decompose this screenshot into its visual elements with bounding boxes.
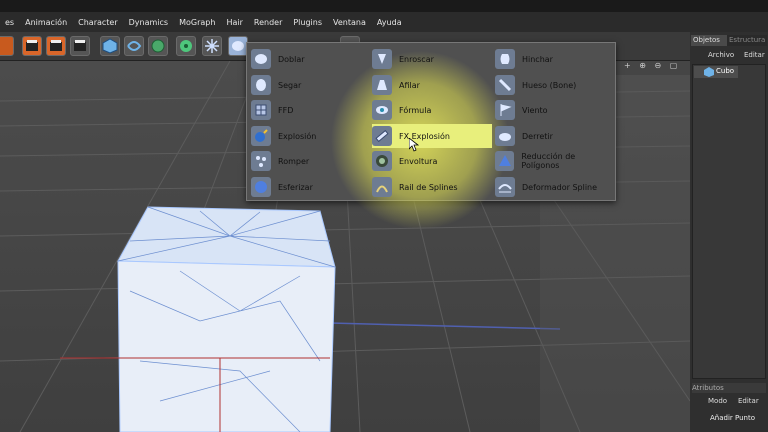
menu-item-hueso-bone[interactable]: Hueso (Bone) [495,73,613,97]
toolbar-button-partial[interactable] [0,36,14,56]
menu-item-mograph[interactable]: MoGraph [174,18,221,27]
shear-icon [251,75,271,95]
gear-flower-icon [180,40,192,52]
menu-item-label: FX Explosión [399,131,450,141]
bend-icon [251,49,271,69]
tab-estructura[interactable]: Estructura [727,35,767,46]
loop-icon [127,41,142,51]
menu-item-label: Viento [522,105,548,115]
menu-item-fx-explosion[interactable]: FX Explosión [372,124,492,148]
fx-explosion-icon [372,126,392,146]
spline-rail-icon [372,177,392,197]
cube-object-icon [704,67,714,77]
menu-item-label: Esferizar [278,182,313,192]
menu-item-label: Enroscar [399,54,434,64]
deformer-button-active[interactable] [228,36,248,56]
menu-item-hair[interactable]: Hair [221,18,248,27]
bone-icon [495,75,515,95]
bend-icon [232,41,244,51]
menu-item-label: Hinchar [522,54,553,64]
menu-item-label: Deformador Spline [522,182,598,192]
cube-button[interactable] [100,36,120,56]
ffd-icon [251,100,271,120]
wrap-icon [372,151,392,171]
menu-item-viento[interactable]: Viento [495,98,613,122]
menu-item-es[interactable]: es [0,18,20,27]
explosion-icon [251,126,271,146]
formula-icon [372,100,392,120]
cube-icon [102,38,118,54]
wind-icon [495,100,515,120]
objects-menu-editar[interactable]: Editar [744,51,765,59]
menu-item-dynamics[interactable]: Dynamics [124,18,174,27]
menu-item-hinchar[interactable]: Hinchar [495,47,613,71]
menu-item-derretir[interactable]: Derretir [495,124,613,148]
deformer-icon [205,39,219,53]
menu-item-render[interactable]: Render [249,18,288,27]
menu-item-label: Explosión [278,131,317,141]
attributes-menu-modo[interactable]: Modo [708,397,727,405]
menu-item-label: Reducción de Polígonos [521,152,576,170]
bulge-icon [495,49,515,69]
menu-item-ventana[interactable]: Ventana [328,18,372,27]
sphere-icon [251,177,271,197]
menu-item-deformador-spline[interactable]: Deformador Spline [495,175,613,199]
menu-item-label: FFD [278,105,294,115]
window-top-bar [0,0,768,12]
film-icon [26,40,38,51]
menu-item-label: Fórmula [399,105,432,115]
menu-bar: es Animación Character Dynamics MoGraph … [0,12,768,32]
attributes-title: Atributos [692,383,766,393]
menu-item-afilar[interactable]: Afilar [372,73,490,97]
menu-item-label: Romper [278,156,310,166]
menu-item-formula[interactable]: Fórmula [372,98,490,122]
menu-item-ayuda[interactable]: Ayuda [372,18,408,27]
menu-item-label: Envoltura [399,156,438,166]
melt-icon [495,126,515,146]
film-icon [50,40,62,51]
twist-icon [372,49,392,69]
add-point-button[interactable]: Añadir Punto [710,414,755,422]
polygon-reduction-icon [495,151,515,171]
render-button[interactable] [46,36,66,56]
mograph-button[interactable] [176,36,196,56]
render-settings-button[interactable] [70,36,90,56]
particles-button[interactable] [202,36,222,56]
menu-item-romper[interactable]: Romper [251,149,361,173]
taper-icon [372,75,392,95]
object-name[interactable]: Cubo [716,67,734,75]
loop-button[interactable] [124,36,144,56]
menu-item-label: Segar [278,80,302,90]
attributes-menu-editar[interactable]: Editar [738,397,759,405]
grid-sphere-icon [151,39,165,53]
menu-item-envoltura[interactable]: Envoltura [372,149,490,173]
menu-item-label: Hueso (Bone) [522,80,577,90]
menu-item-plugins[interactable]: Plugins [288,18,328,27]
menu-item-enroscar[interactable]: Enroscar [372,47,490,71]
menu-item-label: Rail de Splines [399,182,458,192]
menu-item-rail-de-splines[interactable]: Rail de Splines [372,175,490,199]
nurbs-button[interactable] [148,36,168,56]
menu-item-esferizar[interactable]: Esferizar [251,175,361,199]
menu-item-animacion[interactable]: Animación [20,18,73,27]
mouse-cursor-icon [409,138,419,152]
menu-item-segar[interactable]: Segar [251,73,361,97]
menu-item-character[interactable]: Character [73,18,124,27]
spline-deformer-icon [495,177,515,197]
film-icon [74,40,86,51]
menu-item-label: Derretir [522,131,553,141]
tab-objetos[interactable]: Objetos [691,35,727,46]
viewport-nav-controls[interactable]: + ⊕ ⊖ ▢ [614,61,690,75]
render-view-button[interactable] [22,36,42,56]
menu-item-label: Afilar [399,80,420,90]
menu-item-doblar[interactable]: Doblar [251,47,361,71]
menu-item-reduccion-de-poligonos[interactable]: Reducción de Polígonos [495,149,613,173]
menu-item-explosion[interactable]: Explosión [251,124,361,148]
shatter-icon [251,151,271,171]
menu-item-label: Doblar [278,54,305,64]
menu-item-ffd[interactable]: FFD [251,98,361,122]
objects-menu-archivo[interactable]: Archivo [708,51,734,59]
object-list [692,64,766,379]
